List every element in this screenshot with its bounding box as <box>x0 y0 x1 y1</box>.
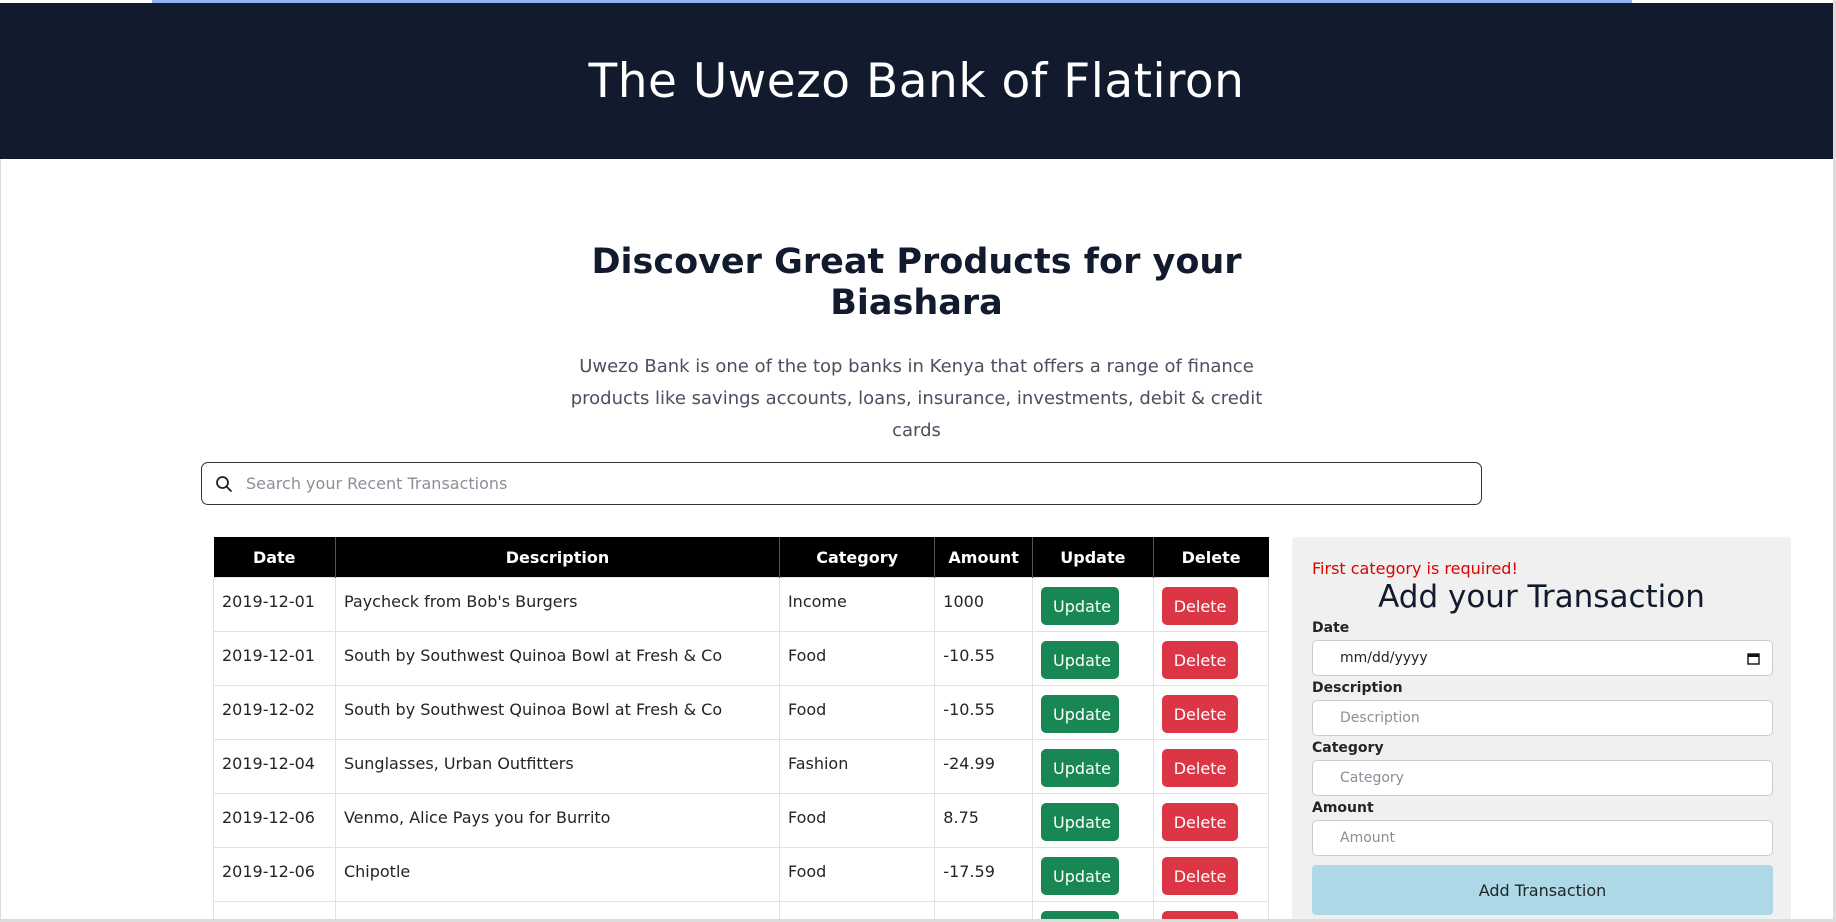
page: The Uwezo Bank of Flatiron Discover Grea… <box>0 0 1836 922</box>
cell-update: Update <box>1032 577 1154 632</box>
delete-button[interactable]: Delete <box>1161 749 1238 787</box>
date-value: mm/dd/yyyy <box>1340 650 1428 666</box>
cell-update: Update <box>1032 685 1154 740</box>
update-button[interactable]: Update <box>1041 857 1120 895</box>
description-label: Description <box>1312 680 1403 696</box>
cell-delete: Delete <box>1152 631 1270 686</box>
delete-button[interactable]: Delete <box>1161 641 1238 679</box>
cell-date: 2019-12-02 <box>213 685 336 740</box>
cell-category: Food <box>778 793 936 848</box>
cell-description: South by Southwest Quinoa Bowl at Fresh … <box>334 631 780 686</box>
table-row: 2019-12-06 Venmo, Alice Pays you for Burr… <box>213 793 1270 848</box>
form-title: Add your Transaction <box>1378 579 1705 615</box>
update-button[interactable]: Update <box>1041 587 1120 625</box>
cell-description: South by Southwest Quinoa Bowl at Fresh … <box>334 685 780 740</box>
header-update: Update <box>1032 537 1154 578</box>
amount-label: Amount <box>1312 800 1374 816</box>
cell-description: Chipotle <box>334 847 780 902</box>
delete-button[interactable]: Delete <box>1161 803 1238 841</box>
cell-amount: 1000 <box>934 577 1034 632</box>
cell-date: 2019-12-06 <box>213 847 336 902</box>
header-delete: Delete <box>1153 537 1269 578</box>
add-transaction-form: First category is required! Add your Tra… <box>1292 537 1791 922</box>
table-row: 2019-12-01 Paycheck from Bob's Burgers Inc… <box>213 577 1270 632</box>
site-title: The Uwezo Bank of Flatiron <box>588 53 1245 109</box>
table-row: 2019-12-06 Chipotle Food -17.59 Update Delete <box>213 847 1270 902</box>
table-row: 2019-12-02 South by Southwest Quinoa Bowl… <box>213 685 1270 740</box>
add-transaction-button[interactable]: Add Transaction <box>1312 865 1773 915</box>
table-row: 2019-12-04 Sunglasses, Urban Outfitters Fa… <box>213 739 1270 794</box>
cell-amount: -24.99 <box>934 739 1034 794</box>
site-header: The Uwezo Bank of Flatiron <box>0 3 1833 159</box>
cell-update: Update <box>1032 793 1154 848</box>
header-category: Category <box>779 537 936 578</box>
hero-description: Uwezo Bank is one of the top banks in Ke… <box>570 356 1263 441</box>
cell-update: Update <box>1032 847 1154 902</box>
cell-description: Sunglasses, Urban Outfitters <box>334 739 780 794</box>
header-date: Date <box>213 537 336 578</box>
cell-amount: 8.75 <box>934 793 1034 848</box>
update-button[interactable]: Update <box>1041 695 1120 733</box>
cell-date: 2019-12-01 <box>213 577 336 632</box>
cell-category: Income <box>778 577 936 632</box>
cell-category: Food <box>778 847 936 902</box>
left-edge <box>0 159 1 922</box>
cell-delete: Delete <box>1152 577 1270 632</box>
cell-amount: -10.55 <box>934 631 1034 686</box>
hero-title: Discover Great Products for your Biashar… <box>591 242 1242 323</box>
cell-amount: -17.59 <box>934 847 1034 902</box>
cell-delete: Delete <box>1152 739 1270 794</box>
cell-date: 2019-12-06 <box>213 793 336 848</box>
update-button[interactable]: Update <box>1041 803 1120 841</box>
transactions-table: Date Description Category Amount Update … <box>213 537 1270 922</box>
delete-button[interactable]: Delete <box>1161 587 1238 625</box>
search-icon <box>214 474 234 494</box>
cell-description: Paycheck from Bob's Burgers <box>334 577 780 632</box>
cell-update: Update <box>1032 631 1154 686</box>
header-description: Description <box>335 537 780 578</box>
category-label: Category <box>1312 740 1384 756</box>
date-field[interactable]: mm/dd/yyyy <box>1312 640 1773 676</box>
calendar-icon[interactable] <box>1746 651 1760 665</box>
cell-category: Food <box>778 631 936 686</box>
cell-category: Fashion <box>778 739 936 794</box>
cell-amount: -10.55 <box>934 685 1034 740</box>
date-label: Date <box>1312 620 1350 636</box>
table-row: 2019-12-01 South by Southwest Quinoa Bowl… <box>213 631 1270 686</box>
cell-date: 2019-12-04 <box>213 739 336 794</box>
search-input[interactable] <box>244 464 1481 503</box>
delete-button[interactable]: Delete <box>1161 695 1238 733</box>
cell-delete: Delete <box>1152 685 1270 740</box>
category-field[interactable] <box>1312 760 1773 796</box>
form-error-message: First category is required! <box>1312 559 1518 578</box>
table-header-row: Date Description Category Amount Update … <box>213 537 1269 578</box>
cell-delete: Delete <box>1152 847 1270 902</box>
cell-date: 2019-12-01 <box>213 631 336 686</box>
amount-field[interactable] <box>1312 820 1773 856</box>
delete-button[interactable]: Delete <box>1161 857 1238 895</box>
update-button[interactable]: Update <box>1041 641 1120 679</box>
cell-description: Venmo, Alice Pays you for Burrito <box>334 793 780 848</box>
update-button[interactable]: Update <box>1041 749 1120 787</box>
cell-category: Food <box>778 685 936 740</box>
search-bar[interactable] <box>201 462 1482 505</box>
description-field[interactable] <box>1312 700 1773 736</box>
header-amount: Amount <box>934 537 1034 578</box>
cell-update: Update <box>1032 739 1154 794</box>
cell-delete: Delete <box>1152 793 1270 848</box>
